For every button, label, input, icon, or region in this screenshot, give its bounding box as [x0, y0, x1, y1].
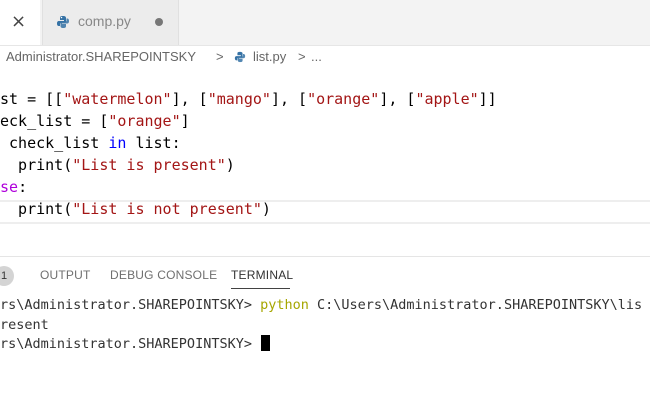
breadcrumb-file[interactable]: list.py — [253, 49, 286, 64]
breadcrumb-separator: > — [216, 49, 224, 64]
terminal-line: resent — [0, 317, 49, 333]
active-tab-indicator — [231, 288, 290, 289]
tab-bar: × comp.py — [0, 0, 650, 46]
problems-count-badge[interactable]: 1 — [0, 266, 14, 286]
panel-divider — [0, 256, 650, 257]
tab-label: comp.py — [78, 13, 131, 29]
breadcrumb: Administrator.SHAREPOINTSKY > list.py > … — [0, 46, 650, 68]
tab-terminal[interactable]: TERMINAL — [231, 268, 293, 282]
code-line: check_list in list: — [0, 134, 181, 152]
tab-comp-py[interactable]: comp.py — [42, 0, 179, 45]
python-icon — [57, 16, 69, 28]
unsaved-dot-icon[interactable] — [155, 18, 163, 26]
tab-debug-console[interactable]: DEBUG CONSOLE — [110, 268, 217, 282]
code-line: print("List is not present") — [0, 200, 271, 218]
code-line: se: — [0, 178, 28, 196]
terminal-line: rs\Administrator.SHAREPOINTSKY> python C… — [0, 297, 643, 313]
code-line: print("List is present") — [0, 156, 235, 174]
close-tab-icon[interactable]: × — [11, 10, 26, 34]
tab-output[interactable]: OUTPUT — [40, 268, 91, 282]
terminal[interactable]: rs\Administrator.SHAREPOINTSKY> python C… — [0, 296, 650, 400]
code-editor[interactable]: st = [["watermelon"], ["mango"], ["orang… — [0, 88, 650, 224]
breadcrumb-more[interactable]: ... — [311, 49, 322, 64]
code-line: eck_list = ["orange"] — [0, 112, 190, 130]
terminal-cursor — [261, 335, 271, 351]
terminal-line: rs\Administrator.SHAREPOINTSKY> — [0, 335, 271, 354]
breadcrumb-separator: > — [298, 49, 306, 64]
python-icon — [234, 51, 246, 63]
breadcrumb-folder[interactable]: Administrator.SHAREPOINTSKY — [6, 49, 196, 64]
code-line: st = [["watermelon"], ["mango"], ["orang… — [0, 90, 497, 108]
active-tab[interactable]: × — [0, 0, 40, 45]
